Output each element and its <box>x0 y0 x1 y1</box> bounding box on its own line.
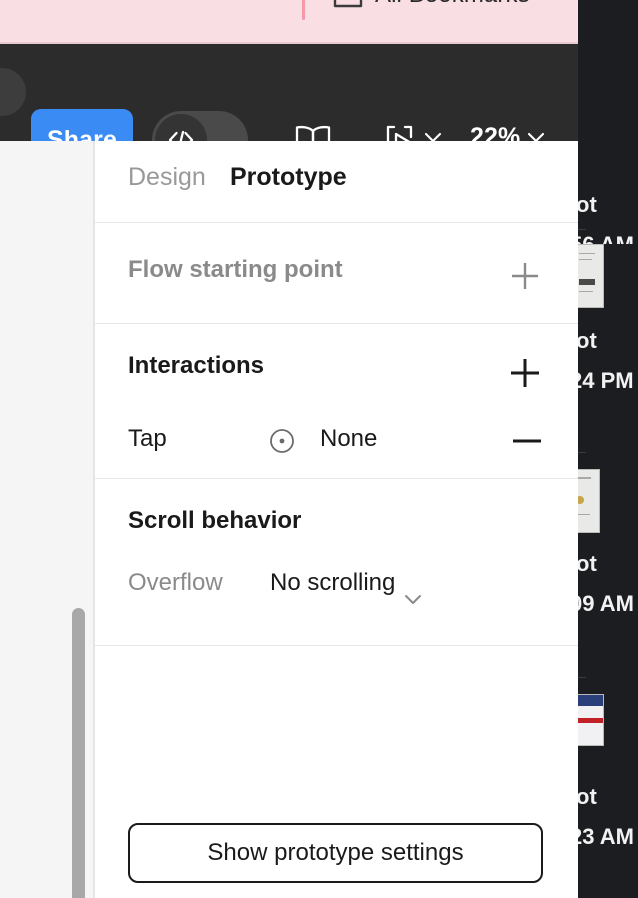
list-item[interactable]: ot 23 AM <box>578 678 638 858</box>
file-list-panel: ot 56 AM ot 24 PM ot 09 AM <box>578 44 638 898</box>
file-time: 09 AM <box>578 591 634 613</box>
file-time: 24 PM <box>578 368 634 390</box>
list-item[interactable]: ot 09 AM <box>578 453 638 613</box>
file-time: 23 AM <box>578 824 634 849</box>
list-item[interactable]: ot 56 AM <box>578 124 638 244</box>
interaction-trigger-label[interactable]: Tap <box>128 425 167 453</box>
interaction-destination-value[interactable]: None <box>320 425 377 453</box>
folder-icon <box>333 0 363 9</box>
prototype-settings-section: Show prototype settings <box>95 646 578 898</box>
figma-toolbar: Share 22% <box>0 44 580 171</box>
all-bookmarks-label[interactable]: All Bookmarks <box>375 0 530 9</box>
scroll-behavior-section: Scroll behavior Overflow No scrolling <box>95 479 578 645</box>
figma-canvas[interactable] <box>0 141 95 898</box>
file-name: ot <box>578 784 597 809</box>
avatar[interactable] <box>0 68 26 116</box>
file-thumbnail <box>578 244 604 308</box>
prototype-properties-panel: Design Prototype Flow starting point Int… <box>95 141 578 898</box>
tab-design[interactable]: Design <box>128 163 206 192</box>
overflow-value[interactable]: No scrolling <box>270 569 395 597</box>
file-thumbnail <box>578 694 604 746</box>
remove-interaction-button[interactable] <box>512 433 542 449</box>
list-item[interactable]: ot 24 PM <box>578 230 638 390</box>
file-list-top-strip <box>578 0 638 44</box>
chevron-down-icon[interactable] <box>403 592 423 606</box>
panel-tabs: Design Prototype <box>95 141 578 222</box>
interactions-title: Interactions <box>128 352 265 379</box>
target-dot-icon[interactable] <box>267 426 297 456</box>
show-prototype-settings-button[interactable]: Show prototype settings <box>128 823 543 883</box>
interaction-row: Tap None <box>95 418 578 464</box>
overflow-label: Overflow <box>128 569 223 596</box>
browser-bookmarks-bar: All Bookmarks <box>0 0 580 44</box>
file-name: ot <box>578 328 597 353</box>
tab-prototype[interactable]: Prototype <box>230 163 347 192</box>
scroll-behavior-title: Scroll behavior <box>128 507 302 534</box>
file-thumbnail <box>578 469 600 533</box>
file-name: ot <box>578 551 597 576</box>
bookmarks-separator <box>302 0 305 20</box>
add-interaction-button[interactable] <box>507 355 543 391</box>
flow-starting-point-section: Flow starting point <box>95 223 578 323</box>
figma-prototype-panel-screen: All Bookmarks Share <box>0 0 638 898</box>
file-name: ot <box>578 192 597 217</box>
canvas-vertical-scrollbar[interactable] <box>72 608 85 898</box>
add-flow-starting-point-button[interactable] <box>507 258 543 294</box>
flow-starting-point-label: Flow starting point <box>128 256 343 283</box>
